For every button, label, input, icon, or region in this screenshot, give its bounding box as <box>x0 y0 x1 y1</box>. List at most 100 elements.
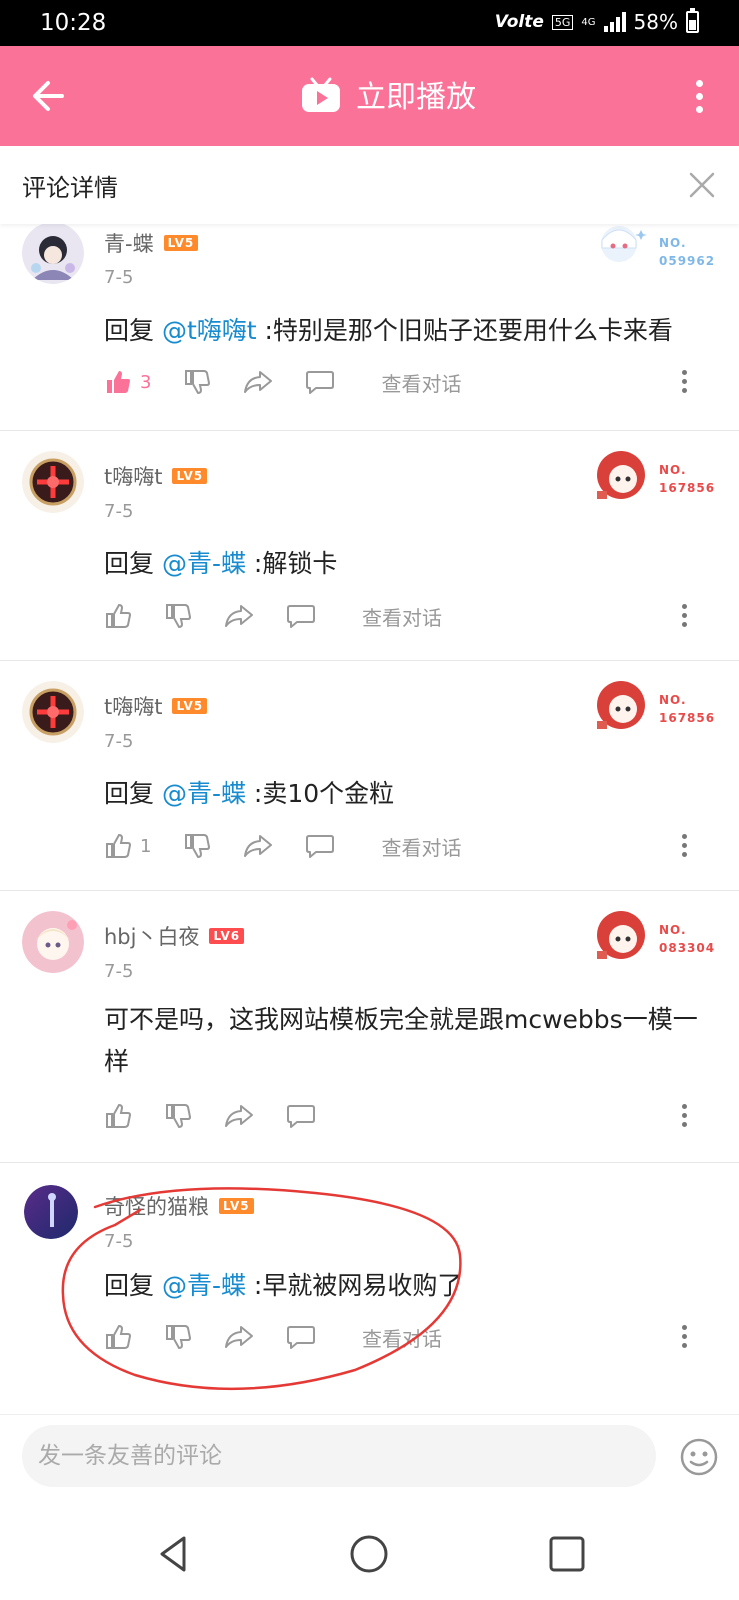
comment-actions: 1 查看对话 <box>104 826 689 866</box>
status-icons: Volte 5G 4G 58% <box>495 8 699 34</box>
share-button[interactable] <box>224 1103 254 1129</box>
dislike-button[interactable] <box>183 368 211 396</box>
comment-more-icon[interactable] <box>679 601 689 631</box>
reply-button[interactable] <box>305 833 335 859</box>
username-row: 奇怪的猫粮 LV5 <box>104 1191 254 1221</box>
level-badge: LV5 <box>163 235 199 251</box>
fan-badge[interactable]: NO. 167856 <box>589 447 714 517</box>
share-button[interactable] <box>243 833 273 859</box>
comment-bubble-icon <box>306 371 335 394</box>
back-triangle-icon[interactable] <box>152 1532 196 1576</box>
avatar[interactable] <box>24 1185 78 1239</box>
comment-text: 回复 @青-蝶 :早就被网易收购了 <box>104 1271 463 1300</box>
comment-more-icon[interactable] <box>679 831 689 861</box>
username-row: 青-蝶 LV5 <box>104 228 199 258</box>
comment-bubble-icon <box>306 835 335 858</box>
home-circle-icon[interactable] <box>347 1532 391 1576</box>
comment-text: 回复 @青-蝶 :解锁卡 <box>104 549 338 578</box>
fan-badge-number: NO. 167856 <box>659 463 716 495</box>
reply-button[interactable] <box>305 369 335 395</box>
like-button[interactable]: 3 <box>104 368 151 396</box>
back-arrow-icon[interactable] <box>28 76 72 116</box>
share-button[interactable] <box>224 603 254 629</box>
level-badge: LV6 <box>209 928 245 944</box>
comment-date: 7-5 <box>104 501 134 522</box>
username-row: t嗨嗨t LV5 <box>104 691 208 721</box>
app-bar: 立即播放 <box>0 46 739 146</box>
play-now-button[interactable]: 立即播放 <box>300 72 476 116</box>
comment-more-icon[interactable] <box>679 1101 689 1131</box>
share-icon <box>244 371 273 393</box>
username[interactable]: hbj丶白夜 <box>104 921 199 951</box>
comment-item: t嗨嗨t LV5 7-5 NO. 167856 回复 @青-蝶 :解锁卡 查看对话 <box>0 431 739 661</box>
view-conversation-link[interactable]: 查看对话 <box>381 368 461 397</box>
close-icon[interactable] <box>687 170 717 200</box>
view-conversation-link[interactable]: 查看对话 <box>381 832 461 861</box>
avatar[interactable] <box>22 224 84 284</box>
comment-date: 7-5 <box>104 1231 134 1252</box>
mention-link[interactable]: @青-蝶 <box>162 549 246 578</box>
reply-button[interactable] <box>286 1324 316 1350</box>
username[interactable]: 奇怪的猫粮 <box>104 1191 209 1221</box>
emoji-icon[interactable] <box>679 1437 719 1477</box>
comment-text: 回复 @t嗨嗨t :特别是那个旧贴子还要用什么卡来看 <box>104 316 673 345</box>
comment-text: 回复 @青-蝶 :卖10个金粒 <box>104 779 395 808</box>
avatar[interactable] <box>22 911 84 973</box>
dislike-button[interactable] <box>183 832 211 860</box>
fan-badge-avatar-icon <box>597 911 645 959</box>
username-row: t嗨嗨t LV5 <box>104 461 208 491</box>
dislike-button[interactable] <box>164 1102 192 1130</box>
mention-link[interactable]: @青-蝶 <box>162 1271 246 1300</box>
fan-badge[interactable]: NO. 167856 <box>589 677 714 747</box>
play-now-label: 立即播放 <box>356 80 476 115</box>
username[interactable]: 青-蝶 <box>104 228 154 258</box>
avatar[interactable] <box>22 451 84 513</box>
comment-date: 7-5 <box>104 961 134 982</box>
username[interactable]: t嗨嗨t <box>104 691 162 721</box>
comment-date: 7-5 <box>104 267 134 288</box>
fan-badge[interactable]: NO. 059962 <box>589 224 714 290</box>
view-conversation-link[interactable]: 查看对话 <box>362 1323 442 1352</box>
share-button[interactable] <box>243 369 273 395</box>
comment-input[interactable] <box>22 1425 656 1487</box>
like-button[interactable] <box>104 602 132 630</box>
comment-item: 青-蝶 LV5 7-5 NO. 059962 回复 @t嗨嗨t :特别是那个旧贴子… <box>0 224 739 431</box>
dislike-button[interactable] <box>164 1323 192 1351</box>
reply-button[interactable] <box>286 1103 316 1129</box>
comment-bubble-icon <box>287 605 315 628</box>
page-title: 评论详情 <box>22 174 118 202</box>
thumbs-down-icon <box>166 1325 192 1350</box>
like-count: 1 <box>140 835 152 857</box>
fan-badge[interactable]: NO. 083304 <box>589 907 714 977</box>
thumbs-up-icon <box>106 603 132 628</box>
fan-badge-avatar-icon <box>597 451 645 499</box>
thumbs-up-icon <box>106 1324 132 1349</box>
comment-more-icon[interactable] <box>679 1322 689 1352</box>
share-button[interactable] <box>224 1324 254 1350</box>
status-time: 10:28 <box>40 10 107 36</box>
recents-square-icon[interactable] <box>545 1532 589 1576</box>
comment-list: 青-蝶 LV5 7-5 NO. 059962 回复 @t嗨嗨t :特别是那个旧贴子… <box>0 224 739 1414</box>
comment-text: 可不是吗，这我网站模板完全就是跟mcwebbs一模一样 <box>104 1005 698 1076</box>
fan-badge-number: NO. 083304 <box>659 923 716 955</box>
reply-button[interactable] <box>286 603 316 629</box>
username[interactable]: t嗨嗨t <box>104 461 162 491</box>
fan-badge-avatar-icon <box>597 681 645 729</box>
like-button[interactable] <box>104 1102 132 1130</box>
system-nav-bar <box>0 1510 739 1600</box>
comment-item: t嗨嗨t LV5 7-5 NO. 167856 回复 @青-蝶 :卖10个金粒 1 <box>0 661 739 891</box>
level-badge: LV5 <box>172 698 208 714</box>
view-conversation-link[interactable]: 查看对话 <box>362 602 442 631</box>
signal-icon <box>603 12 626 32</box>
comment-more-icon[interactable] <box>679 367 689 397</box>
like-button[interactable]: 1 <box>104 832 151 860</box>
like-button[interactable] <box>104 1323 132 1351</box>
thumbs-up-icon <box>106 1103 132 1128</box>
dislike-button[interactable] <box>164 602 192 630</box>
more-options-icon[interactable] <box>689 76 709 116</box>
avatar[interactable] <box>22 681 84 743</box>
mention-link[interactable]: @t嗨嗨t <box>162 316 257 345</box>
thumbs-down-icon <box>166 604 192 629</box>
comment-item: hbj丶白夜 LV6 7-5 NO. 083304 可不是吗，这我网站模板完全就是… <box>0 891 739 1163</box>
mention-link[interactable]: @青-蝶 <box>162 779 246 808</box>
